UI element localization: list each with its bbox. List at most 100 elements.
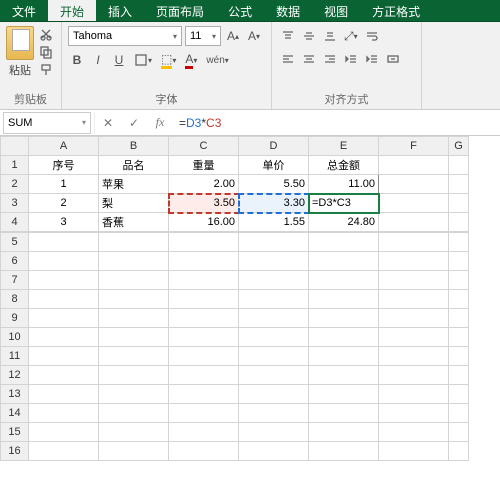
cell[interactable] xyxy=(239,442,309,461)
row-header[interactable]: 5 xyxy=(1,233,29,252)
col-header[interactable]: D xyxy=(239,137,309,156)
fx-icon[interactable]: fx xyxy=(147,112,173,134)
border-button[interactable]: ▾ xyxy=(131,50,155,70)
tab-addin[interactable]: 方正格式 xyxy=(360,0,432,21)
copy-icon[interactable] xyxy=(36,44,56,60)
cell[interactable] xyxy=(169,233,239,252)
cell[interactable] xyxy=(29,404,99,423)
cell[interactable] xyxy=(169,404,239,423)
cell[interactable] xyxy=(309,385,379,404)
cell[interactable] xyxy=(169,366,239,385)
cell[interactable]: 序号 xyxy=(29,156,99,175)
cell[interactable] xyxy=(309,404,379,423)
cell[interactable] xyxy=(239,366,309,385)
cell[interactable] xyxy=(449,366,469,385)
cell[interactable] xyxy=(379,404,449,423)
cell[interactable] xyxy=(449,423,469,442)
cell[interactable] xyxy=(99,366,169,385)
cell[interactable] xyxy=(449,404,469,423)
align-top-icon[interactable] xyxy=(278,26,298,46)
row-header[interactable]: 2 xyxy=(1,175,29,194)
cell[interactable] xyxy=(309,309,379,328)
cell[interactable] xyxy=(239,347,309,366)
increase-indent-icon[interactable] xyxy=(362,49,382,69)
cell[interactable] xyxy=(449,252,469,271)
cell[interactable]: 24.80 xyxy=(309,213,379,232)
cell[interactable] xyxy=(29,290,99,309)
cell[interactable] xyxy=(29,271,99,290)
cell[interactable] xyxy=(449,156,469,175)
cell-ref-c3[interactable]: 3.50 xyxy=(169,194,239,213)
cell[interactable] xyxy=(309,328,379,347)
cell[interactable] xyxy=(239,328,309,347)
cell[interactable] xyxy=(449,213,469,232)
cell[interactable] xyxy=(449,194,469,213)
cell[interactable]: 苹果 xyxy=(99,175,169,194)
cell[interactable] xyxy=(449,233,469,252)
cell[interactable] xyxy=(309,290,379,309)
cell[interactable] xyxy=(169,442,239,461)
cell[interactable] xyxy=(239,252,309,271)
cell[interactable] xyxy=(99,347,169,366)
cell[interactable] xyxy=(99,252,169,271)
cell[interactable] xyxy=(379,328,449,347)
cell[interactable] xyxy=(379,194,449,213)
select-all-corner[interactable] xyxy=(1,137,29,156)
format-painter-icon[interactable] xyxy=(36,62,56,78)
cell[interactable] xyxy=(239,404,309,423)
paste-icon[interactable] xyxy=(6,26,34,60)
cell[interactable] xyxy=(99,385,169,404)
cell[interactable]: 5.50 xyxy=(239,175,309,194)
cell[interactable] xyxy=(239,385,309,404)
tab-layout[interactable]: 页面布局 xyxy=(144,0,216,21)
cell[interactable] xyxy=(379,233,449,252)
cell[interactable] xyxy=(99,290,169,309)
col-header[interactable]: A xyxy=(29,137,99,156)
align-left-icon[interactable] xyxy=(278,49,298,69)
col-header[interactable]: E xyxy=(309,137,379,156)
tab-file[interactable]: 文件 xyxy=(0,0,48,21)
cell[interactable] xyxy=(99,309,169,328)
cell[interactable] xyxy=(239,290,309,309)
cell[interactable] xyxy=(169,290,239,309)
col-header[interactable]: C xyxy=(169,137,239,156)
increase-font-icon[interactable]: A▴ xyxy=(224,26,242,46)
cell[interactable] xyxy=(169,347,239,366)
wrap-text-icon[interactable] xyxy=(362,26,382,46)
decrease-font-icon[interactable]: A▾ xyxy=(245,26,263,46)
cell[interactable] xyxy=(29,252,99,271)
cell[interactable] xyxy=(379,423,449,442)
bold-button[interactable]: B xyxy=(68,50,86,70)
row-header[interactable]: 11 xyxy=(1,347,29,366)
cell[interactable]: 香蕉 xyxy=(99,213,169,232)
tab-formula[interactable]: 公式 xyxy=(216,0,264,21)
merge-cells-icon[interactable] xyxy=(383,49,403,69)
align-right-icon[interactable] xyxy=(320,49,340,69)
cell[interactable] xyxy=(239,271,309,290)
spreadsheet-grid[interactable]: A B C D E F G 1 序号 品名 重量 单价 总金额 2 1 苹果 2… xyxy=(0,136,500,500)
cell[interactable] xyxy=(169,423,239,442)
tab-view[interactable]: 视图 xyxy=(312,0,360,21)
row-header[interactable]: 6 xyxy=(1,252,29,271)
cell[interactable] xyxy=(309,347,379,366)
italic-button[interactable]: I xyxy=(89,50,107,70)
cell[interactable] xyxy=(379,156,449,175)
name-box[interactable]: SUM▾ xyxy=(3,112,91,134)
cell[interactable] xyxy=(169,309,239,328)
cell[interactable] xyxy=(379,385,449,404)
orientation-icon[interactable]: ⤢▾ xyxy=(341,26,361,46)
cell[interactable]: 单价 xyxy=(239,156,309,175)
cell[interactable] xyxy=(449,175,469,194)
font-color-button[interactable]: A▾ xyxy=(182,50,200,70)
col-header[interactable]: B xyxy=(99,137,169,156)
cell[interactable] xyxy=(99,442,169,461)
row-header[interactable]: 1 xyxy=(1,156,29,175)
cell[interactable] xyxy=(29,366,99,385)
cell[interactable] xyxy=(449,385,469,404)
tab-insert[interactable]: 插入 xyxy=(96,0,144,21)
cell[interactable] xyxy=(29,442,99,461)
cell[interactable] xyxy=(379,347,449,366)
cell[interactable] xyxy=(379,442,449,461)
col-header[interactable]: F xyxy=(379,137,449,156)
tab-data[interactable]: 数据 xyxy=(264,0,312,21)
